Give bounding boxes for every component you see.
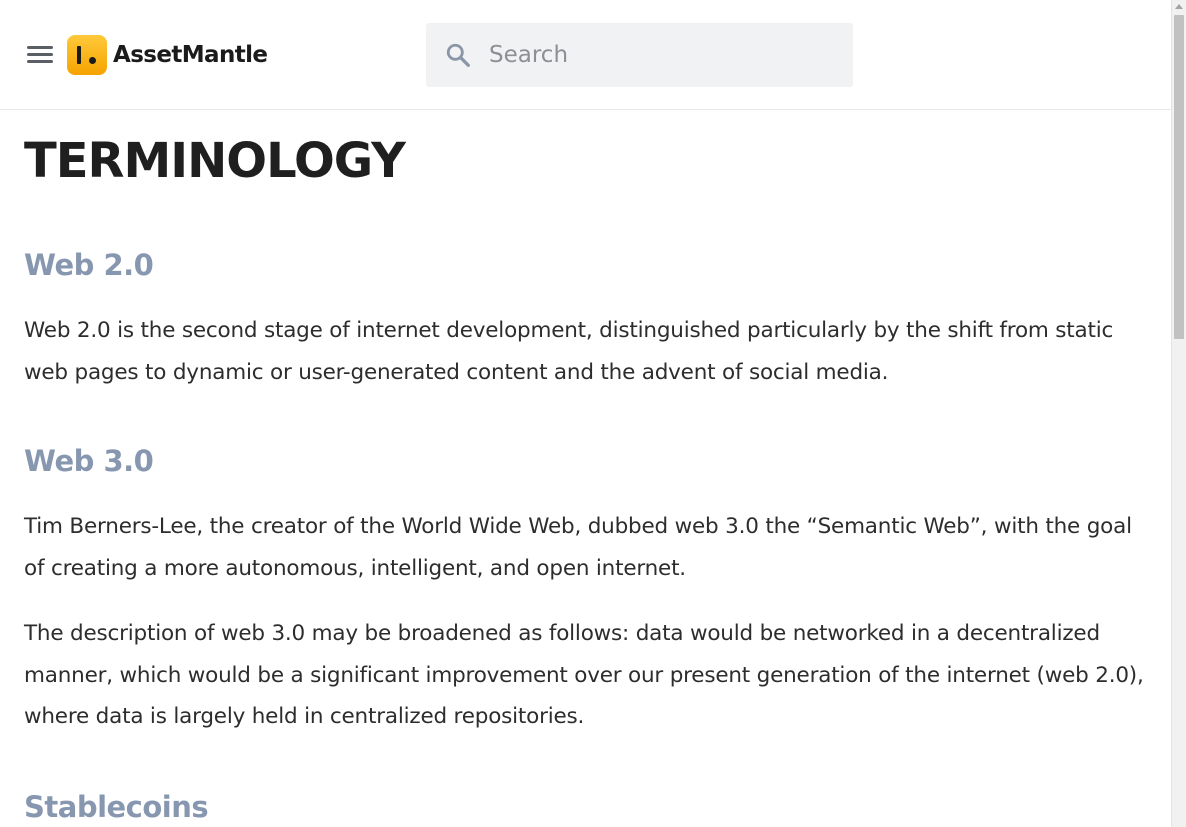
brand-logo-link[interactable]: AssetMantle xyxy=(67,34,268,76)
scroll-up-arrow-icon[interactable] xyxy=(1175,4,1183,9)
paragraph-web-3-intro: Tim Berners-Lee, the creator of the Worl… xyxy=(24,514,1132,581)
hamburger-menu-icon[interactable] xyxy=(24,40,56,70)
section-heading-web-3[interactable]: Web 3.0 xyxy=(24,444,154,478)
menu-line xyxy=(27,46,53,49)
vertical-scrollbar[interactable] xyxy=(1171,0,1186,827)
menu-line xyxy=(27,60,53,63)
page: AssetMantle TERMINOLOGY Web 2.0 Web 2.0 … xyxy=(0,0,1171,827)
logo-bar xyxy=(77,46,81,64)
menu-line xyxy=(27,53,53,56)
top-header: AssetMantle xyxy=(0,0,1171,110)
brand-name: AssetMantle xyxy=(113,42,268,68)
viewport: AssetMantle TERMINOLOGY Web 2.0 Web 2.0 … xyxy=(0,0,1186,827)
assetmantle-logo-icon xyxy=(67,35,107,75)
search-icon[interactable] xyxy=(445,42,471,68)
paragraph-web-3-description: The description of web 3.0 may be broade… xyxy=(24,621,1144,729)
section-heading-stablecoins[interactable]: Stablecoins xyxy=(24,790,209,824)
main-content: TERMINOLOGY Web 2.0 Web 2.0 is the secon… xyxy=(24,110,1149,824)
section-heading-web-2[interactable]: Web 2.0 xyxy=(24,248,154,282)
search-input[interactable] xyxy=(489,23,839,87)
logo-dot xyxy=(89,57,96,64)
search-box[interactable] xyxy=(426,23,853,87)
page-title: TERMINOLOGY xyxy=(24,133,406,189)
paragraph-web-2: Web 2.0 is the second stage of internet … xyxy=(24,318,1114,385)
scrollbar-thumb[interactable] xyxy=(1174,15,1184,339)
